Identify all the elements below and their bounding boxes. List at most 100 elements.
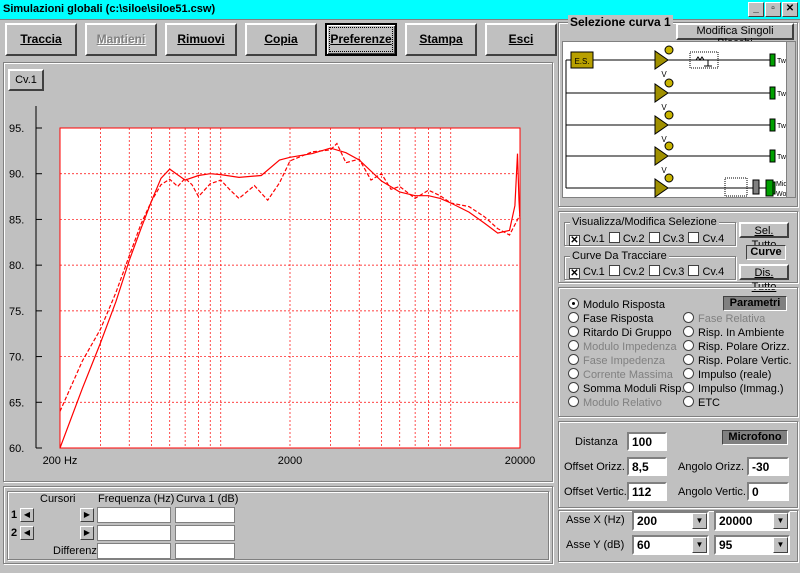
checkbox-box[interactable] [688, 232, 700, 243]
visualizza-checkbox-4[interactable]: Cv.4 [688, 232, 724, 245]
radio-label: ETC [698, 397, 720, 409]
wof-label: Wof. [776, 191, 786, 198]
radio-icon[interactable] [683, 382, 694, 393]
asse-x-max-select[interactable]: 20000 ▼ [714, 511, 790, 531]
parametri-left-list: Modulo Risposta Fase Risposta Ritardo Di G… [568, 298, 684, 410]
inductor-icon [695, 56, 712, 67]
parametro-radio[interactable]: Impulso (Immag.) [683, 382, 792, 396]
cursor-2-label: 2 [11, 527, 18, 539]
radio-label: Risp. Polare Vertic. [698, 355, 792, 367]
cursor-2-slider[interactable]: ◀ ▶ [20, 526, 94, 540]
parametro-radio[interactable]: Modulo Relativo [568, 396, 684, 410]
parametro-radio[interactable]: Risp. Polare Vertic. [683, 354, 792, 368]
chains: VTwVTwVTwVTwVMidWof. [566, 45, 786, 198]
radio-icon[interactable] [683, 396, 694, 407]
angolo-orizz-label: Angolo Orizz. [678, 461, 745, 473]
radio-icon[interactable] [568, 340, 579, 351]
parametro-radio[interactable]: Risp. Polare Orizz. [683, 340, 792, 354]
parametro-radio[interactable]: Fase Relativa [683, 312, 792, 326]
asse-y-max-select[interactable]: 95 ▼ [714, 535, 790, 555]
dis-tutto-button[interactable]: Dis. Tutto [739, 264, 789, 293]
angolo-vertic-label: Angolo Vertic. [678, 486, 746, 498]
parametro-radio[interactable]: Ritardo Di Gruppo [568, 326, 684, 340]
microfono-header: Microfono [722, 430, 788, 445]
sel-tutto-button[interactable]: Sel. Tutto [739, 222, 789, 251]
driver-icon [769, 149, 776, 163]
cursor-1-slider[interactable]: ◀ ▶ [20, 508, 94, 522]
parametro-radio[interactable]: Impulso (reale) [683, 368, 792, 382]
amplifier-icon [654, 50, 669, 70]
visualizza-checkbox-1[interactable]: ✕ Cv.1 [569, 233, 605, 246]
radio-icon[interactable] [683, 312, 694, 323]
radio-label: Modulo Risposta [583, 299, 665, 311]
visualizza-checkbox-2[interactable]: Cv.2 [608, 232, 645, 245]
offset-orizz-label: Offset Orizz. [564, 461, 625, 473]
tw-label: Tw [777, 58, 786, 65]
radio-label: Somma Moduli Risp. [583, 383, 685, 395]
y-tick-label: 80. [9, 260, 24, 272]
tw-label: Tw [777, 154, 786, 161]
radio-icon[interactable] [568, 298, 579, 309]
checkbox-box[interactable] [648, 232, 660, 243]
close-button[interactable]: ✕ [782, 2, 798, 17]
angolo-vertic-field[interactable]: 0 [747, 482, 789, 501]
woofer-box-icon [752, 179, 760, 195]
checkbox-label: Cv.4 [702, 266, 725, 278]
parametro-radio[interactable]: Modulo Risposta [568, 298, 684, 312]
radio-icon[interactable] [568, 396, 579, 407]
checkbox-box[interactable] [608, 232, 620, 243]
chain-scrollbar[interactable] [786, 42, 795, 197]
parametro-radio[interactable]: Corrente Massima [568, 368, 684, 382]
radio-icon[interactable] [568, 382, 579, 393]
radio-icon[interactable] [568, 326, 579, 337]
parametro-radio[interactable]: Modulo Impedenza [568, 340, 684, 354]
frequenza-header: Frequenza (Hz) [98, 493, 175, 505]
tracciare-checkbox-1[interactable]: ✕ Cv.1 [569, 266, 605, 279]
visualizza-checkbox-3[interactable]: Cv.3 [648, 232, 684, 245]
driver-icon [769, 86, 776, 100]
amplifier-icon [654, 83, 669, 103]
parametro-radio[interactable]: Somma Moduli Risp. [568, 382, 684, 396]
radio-icon[interactable] [683, 340, 694, 351]
asse-x-min-select[interactable]: 200 ▼ [632, 511, 709, 531]
tracciare-checkbox-3[interactable]: Cv.3 [648, 265, 684, 278]
radio-icon[interactable] [568, 354, 579, 365]
tracciare-checkbox-4[interactable]: Cv.4 [688, 265, 725, 278]
checkbox-box[interactable] [688, 265, 700, 276]
distanza-field[interactable]: 100 [627, 432, 667, 451]
parametro-radio[interactable]: Fase Risposta [568, 312, 684, 326]
checkbox-box[interactable] [648, 265, 660, 276]
arrow-left-icon: ◀ [20, 508, 34, 522]
driver-icon [769, 53, 776, 67]
radio-icon[interactable] [683, 354, 694, 365]
radio-icon[interactable] [683, 368, 694, 379]
radio-icon[interactable] [683, 326, 694, 337]
angolo-orizz-field[interactable]: -30 [747, 457, 789, 476]
tracciare-title: Curve Da Tracciare [570, 250, 669, 262]
radio-label: Modulo Impedenza [583, 341, 677, 353]
modifica-blocchi-button[interactable]: Modifica Singoli Blocchi [676, 23, 794, 49]
arrow-right-icon: ▶ [80, 508, 94, 522]
maximize-button[interactable]: ▫ [765, 2, 781, 17]
tracciare-checkbox-2[interactable]: Cv.2 [608, 265, 645, 278]
radio-label: Risp. Polare Orizz. [698, 341, 790, 353]
parametri-right-list: Fase Relativa Risp. In Ambiente Risp. Pola… [683, 312, 792, 410]
parametro-radio[interactable]: ETC [683, 396, 792, 410]
es-label: E.S. [574, 57, 589, 66]
checkbox-box[interactable]: ✕ [569, 235, 580, 246]
y-tick-labels: 60. 65. 70. 75. 80. 85. 90. 95. [9, 123, 42, 455]
asse-y-min-select[interactable]: 60 ▼ [632, 535, 709, 555]
radio-icon[interactable] [568, 368, 579, 379]
cursor-2-freq [97, 525, 171, 541]
parametro-radio[interactable]: Fase Impedenza [568, 354, 684, 368]
chevron-down-icon: ▼ [692, 513, 707, 529]
offset-orizz-field[interactable]: 8,5 [627, 457, 667, 476]
offset-vertic-field[interactable]: 112 [627, 482, 667, 501]
checkbox-box[interactable]: ✕ [569, 268, 580, 279]
cursor-1-freq [97, 507, 171, 523]
checkbox-box[interactable] [608, 265, 620, 276]
parametro-radio[interactable]: Risp. In Ambiente [683, 326, 792, 340]
y-tick-label: 95. [9, 123, 24, 135]
minimize-button[interactable]: _ [748, 2, 764, 17]
radio-icon[interactable] [568, 312, 579, 323]
